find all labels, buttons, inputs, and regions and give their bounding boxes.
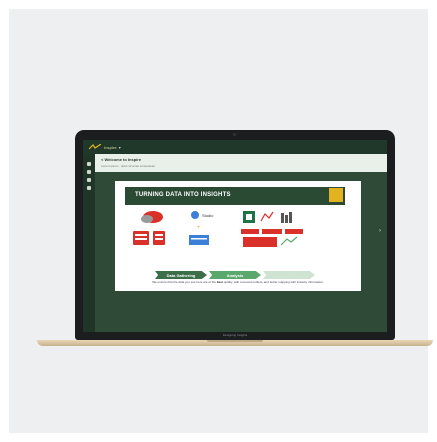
sidebar-item-settings[interactable] [87, 186, 91, 190]
step-insights: Insights [263, 271, 315, 279]
sidebar-item-home[interactable] [87, 162, 91, 166]
slide-caption: We ensure that the data you see here are… [135, 280, 341, 285]
caption-post: quality, with removed outliers, and bett… [222, 280, 324, 284]
studio-icon [191, 211, 199, 219]
server-icon [189, 235, 209, 245]
corner-badge [329, 188, 343, 202]
presentation-slide: TURNING DATA INTO INSIGHTS Studio + Data… [115, 181, 361, 291]
logo-icon [89, 144, 101, 150]
label-chip-3 [285, 229, 303, 234]
laptop-lid: Inspire ▾ < Welcome to Inspire Lorem ips… [75, 130, 395, 340]
cloud-icon [141, 211, 163, 223]
page-background: Inspire ▾ < Welcome to Inspire Lorem ips… [9, 9, 433, 433]
app-topbar: Inspire ▾ [83, 140, 387, 154]
slide-header: TURNING DATA INTO INSIGHTS [125, 187, 345, 205]
laptop-screen: Inspire ▾ < Welcome to Inspire Lorem ips… [83, 140, 387, 332]
laptop-base [37, 340, 433, 346]
camera-icon [233, 133, 236, 136]
laptop: Inspire ▾ < Welcome to Inspire Lorem ips… [37, 130, 433, 346]
main-content: TURNING DATA INTO INSIGHTS Studio + Data… [95, 172, 387, 332]
sidebar-item-reports[interactable] [87, 170, 91, 174]
label-chip-2 [262, 229, 282, 234]
breadcrumb-subtitle: Lorem ipsum · dolor sit amet consectetur [101, 164, 156, 168]
svg-text:+: + [197, 225, 201, 231]
chevron-down-icon[interactable]: ▾ [119, 145, 121, 150]
laptop-notch [207, 340, 263, 342]
step-analysis: Analysis [209, 271, 261, 279]
document-icon [153, 231, 165, 245]
breadcrumb-title[interactable]: < Welcome to Inspire [101, 157, 141, 162]
database-icon [133, 231, 149, 245]
plus-icon: + [197, 225, 201, 231]
data-flow-diagram: Studio + [133, 211, 303, 247]
sidebar [83, 154, 95, 332]
excel-icon [243, 211, 255, 223]
trend-icon [280, 236, 298, 246]
slide-title: TURNING DATA INTO INSIGHTS [135, 192, 231, 198]
label-chip-1 [241, 229, 259, 234]
breadcrumb: < Welcome to Inspire Lorem ipsum · dolor… [95, 154, 387, 172]
label-chip-4 [243, 237, 277, 247]
laptop-brand-label: Designing Insights [222, 333, 248, 337]
step-data-gathering: Data Gathering [155, 271, 207, 279]
studio-label: Studio [202, 213, 214, 218]
app-title[interactable]: Inspire [104, 145, 117, 150]
bar-chart-icon [281, 212, 292, 223]
process-steps: Data Gathering Analysis Insights [155, 271, 315, 279]
line-chart-icon [260, 211, 274, 222]
caption-pre: We ensure that the data you see here are… [152, 280, 217, 284]
chevron-right-icon[interactable]: › [379, 228, 381, 234]
sidebar-item-data[interactable] [87, 178, 91, 182]
